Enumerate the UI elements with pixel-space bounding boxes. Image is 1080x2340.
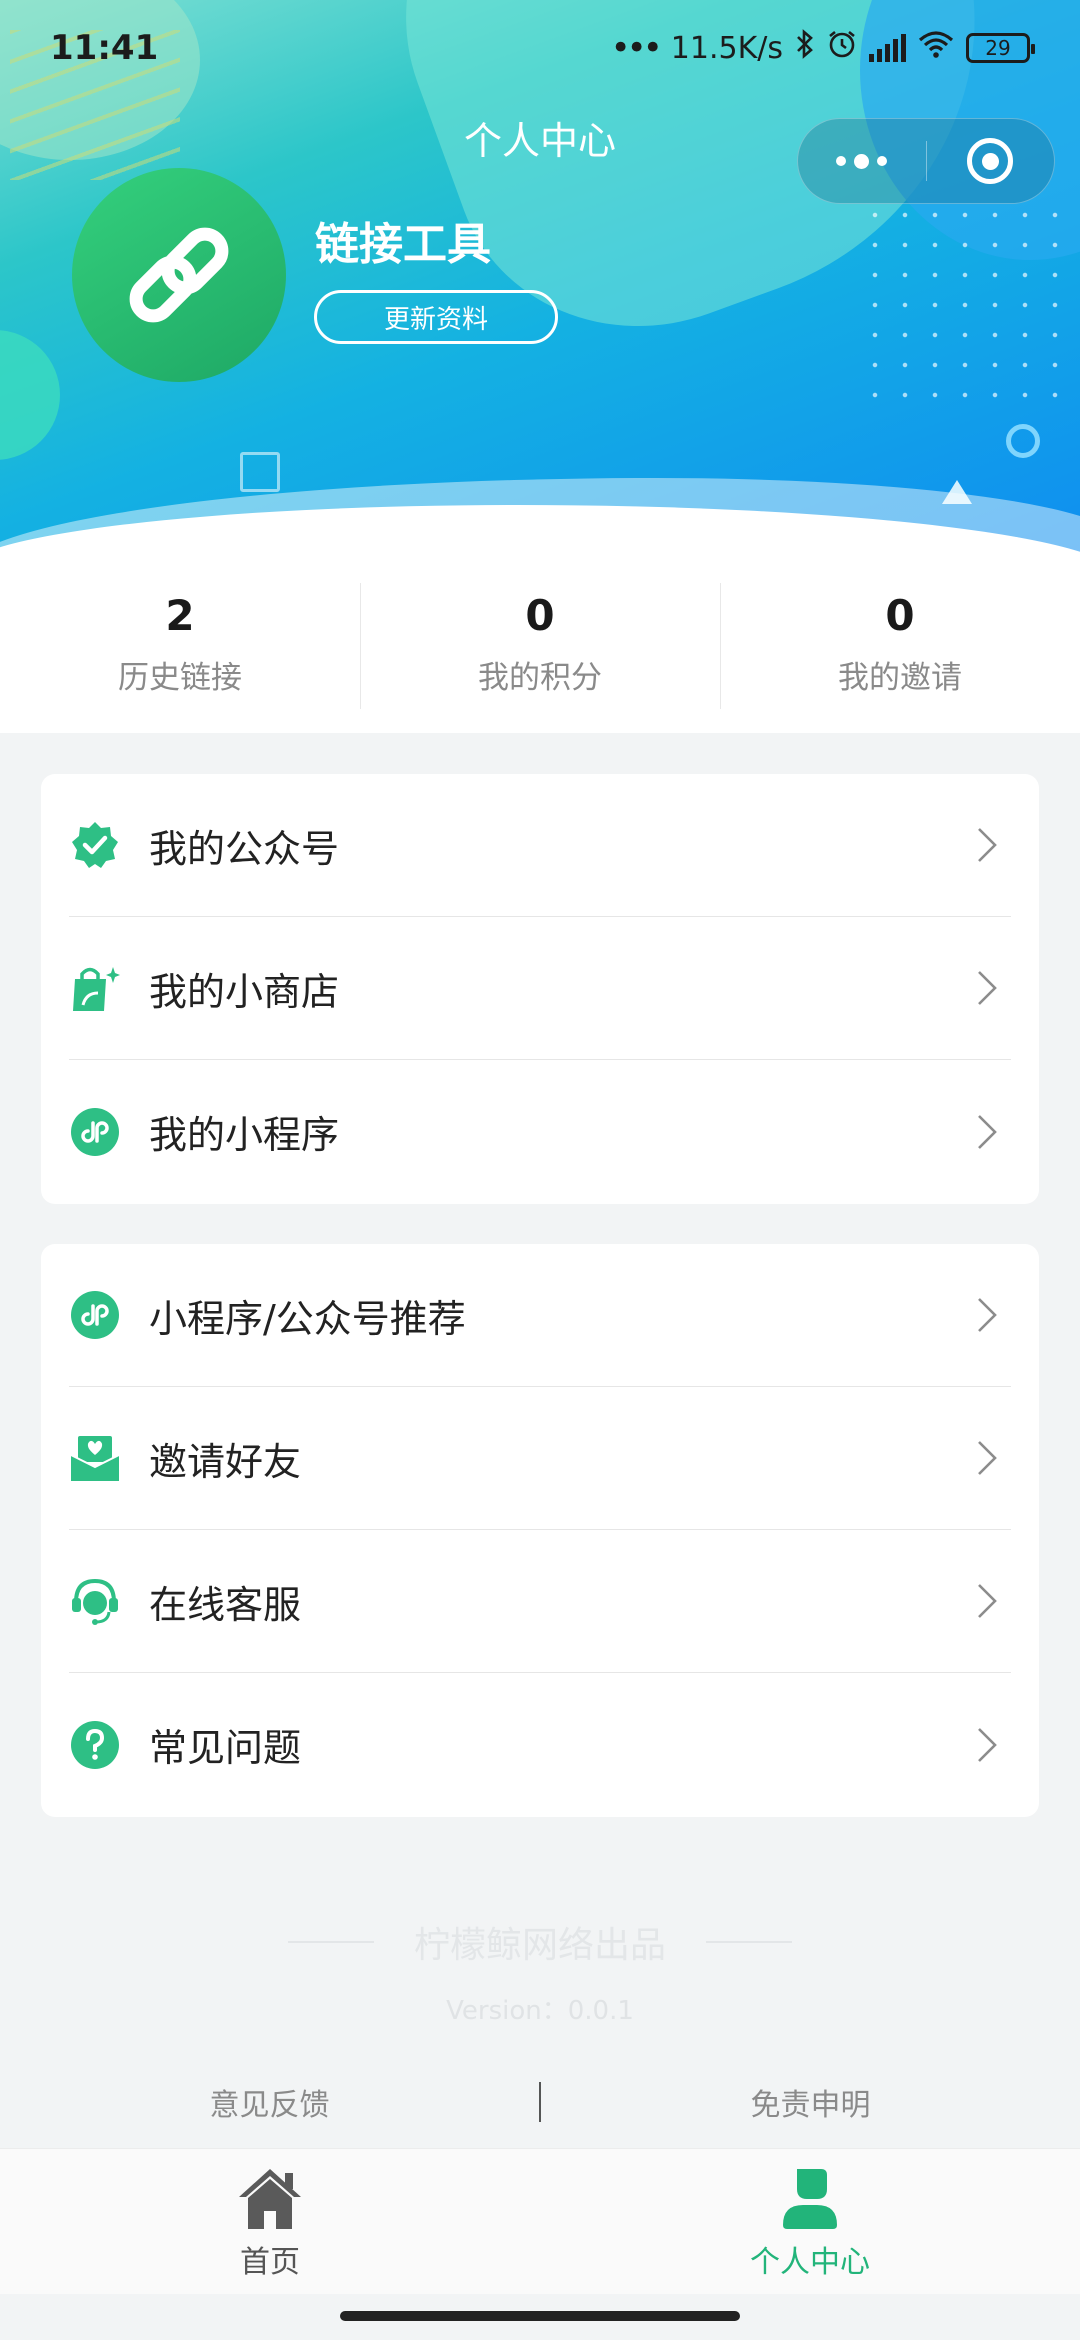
link-chain-icon	[129, 227, 229, 323]
header-decoration	[860, 200, 1060, 400]
menu-item-recommend[interactable]: 小程序/公众号推荐	[69, 1244, 1011, 1387]
status-time: 11:41	[50, 28, 159, 68]
header-decoration	[0, 330, 60, 460]
profile-header: 11:41 ••• 11.5K/s 29 个人中心 链接工具 更新资料	[0, 0, 1080, 560]
status-bar: 11:41 ••• 11.5K/s 29	[0, 0, 1080, 96]
stats-row: 2 历史链接 0 我的积分 0 我的邀请	[0, 555, 1080, 733]
footer-line	[706, 1941, 792, 1943]
mini-program-capsule	[797, 118, 1055, 204]
chevron-right-icon	[978, 1584, 997, 1618]
target-icon	[967, 138, 1014, 184]
tab-label: 个人中心	[750, 2245, 870, 2280]
more-menu-button[interactable]	[798, 153, 926, 169]
menu-label: 小程序/公众号推荐	[149, 1296, 466, 1341]
chevron-right-icon	[978, 1727, 997, 1762]
footer-line	[287, 1941, 374, 1943]
menu-label: 我的小程序	[149, 1113, 340, 1157]
stat-value: 2	[165, 591, 195, 640]
chevron-right-icon	[978, 1298, 997, 1332]
menu-label: 在线客服	[149, 1582, 302, 1627]
stat-my-points[interactable]: 0 我的积分	[360, 555, 720, 733]
stat-history-links[interactable]: 2 历史链接	[0, 555, 360, 733]
close-miniprogram-button[interactable]	[927, 138, 1055, 184]
menu-item-mini-shop[interactable]: 我的小商店	[69, 917, 1011, 1060]
stat-value: 0	[885, 591, 915, 640]
tab-label: 首页	[240, 2245, 300, 2280]
shopping-bag-icon	[69, 962, 121, 1014]
bluetooth-icon	[795, 29, 815, 67]
menu-card-services: 小程序/公众号推荐 邀请好友 在线客服 常见问题	[41, 1244, 1039, 1817]
menu-label: 常见问题	[149, 1726, 302, 1770]
verified-badge-icon	[69, 819, 121, 871]
menu-item-invite-friends[interactable]: 邀请好友	[69, 1387, 1011, 1530]
menu-label: 我的公众号	[149, 826, 340, 871]
mini-program-icon	[69, 1289, 121, 1341]
stat-value: 0	[525, 591, 555, 640]
chevron-right-icon	[978, 828, 997, 862]
stat-label: 我的邀请	[838, 660, 962, 696]
more-dots-icon: •••	[610, 28, 663, 68]
version-text: Version：0.0.1	[446, 1996, 634, 2026]
home-indicator[interactable]	[340, 2311, 740, 2321]
customer-service-icon	[69, 1575, 121, 1627]
net-speed: 11.5K/s	[670, 30, 783, 66]
battery-indicator: 29	[966, 33, 1035, 63]
footer-brand-text: 柠檬鲸网络出品	[413, 1925, 666, 1966]
footer-links: 意见反馈 免责申明	[0, 2080, 1080, 2124]
tab-profile[interactable]: 个人中心	[540, 2149, 1080, 2294]
stat-label: 历史链接	[118, 660, 242, 696]
tab-home[interactable]: 首页	[0, 2149, 540, 2294]
profile-name: 链接工具	[315, 219, 491, 270]
header-decoration	[240, 452, 280, 492]
status-icons: ••• 11.5K/s 29	[610, 28, 1035, 68]
update-profile-button[interactable]: 更新资料	[314, 290, 558, 344]
invite-envelope-icon	[69, 1432, 121, 1484]
menu-label: 我的小商店	[149, 969, 340, 1014]
footer-brand: 柠檬鲸网络出品	[0, 1916, 1080, 1968]
menu-label: 邀请好友	[149, 1439, 302, 1484]
menu-item-official-account[interactable]: 我的公众号	[69, 774, 1011, 917]
chevron-right-icon	[978, 1441, 997, 1475]
wifi-icon	[918, 30, 954, 66]
menu-item-mini-program[interactable]: 我的小程序	[69, 1060, 1011, 1203]
disclaimer-link[interactable]: 免责申明	[541, 2080, 1080, 2124]
menu-item-customer-service[interactable]: 在线客服	[69, 1530, 1011, 1673]
stat-label: 我的积分	[478, 660, 602, 696]
chevron-right-icon	[978, 971, 997, 1005]
user-profile-icon	[783, 2169, 837, 2229]
avatar[interactable]	[72, 168, 286, 382]
menu-card-mine: 我的公众号 我的小商店 我的小程序	[41, 774, 1039, 1204]
question-icon	[69, 1719, 121, 1771]
menu-item-faq[interactable]: 常见问题	[69, 1673, 1011, 1816]
stat-my-invites[interactable]: 0 我的邀请	[720, 555, 1080, 733]
alarm-icon	[827, 29, 857, 67]
dot-icon	[877, 156, 888, 166]
dot-icon	[836, 156, 847, 166]
tab-bar: 首页 个人中心	[0, 2148, 1080, 2294]
home-icon	[239, 2169, 301, 2229]
mini-program-icon	[69, 1106, 121, 1158]
signal-icon	[869, 34, 906, 62]
feedback-link[interactable]: 意见反馈	[0, 2080, 539, 2124]
dot-icon	[854, 153, 870, 169]
chevron-right-icon	[978, 1114, 997, 1149]
header-decoration	[1006, 424, 1040, 458]
